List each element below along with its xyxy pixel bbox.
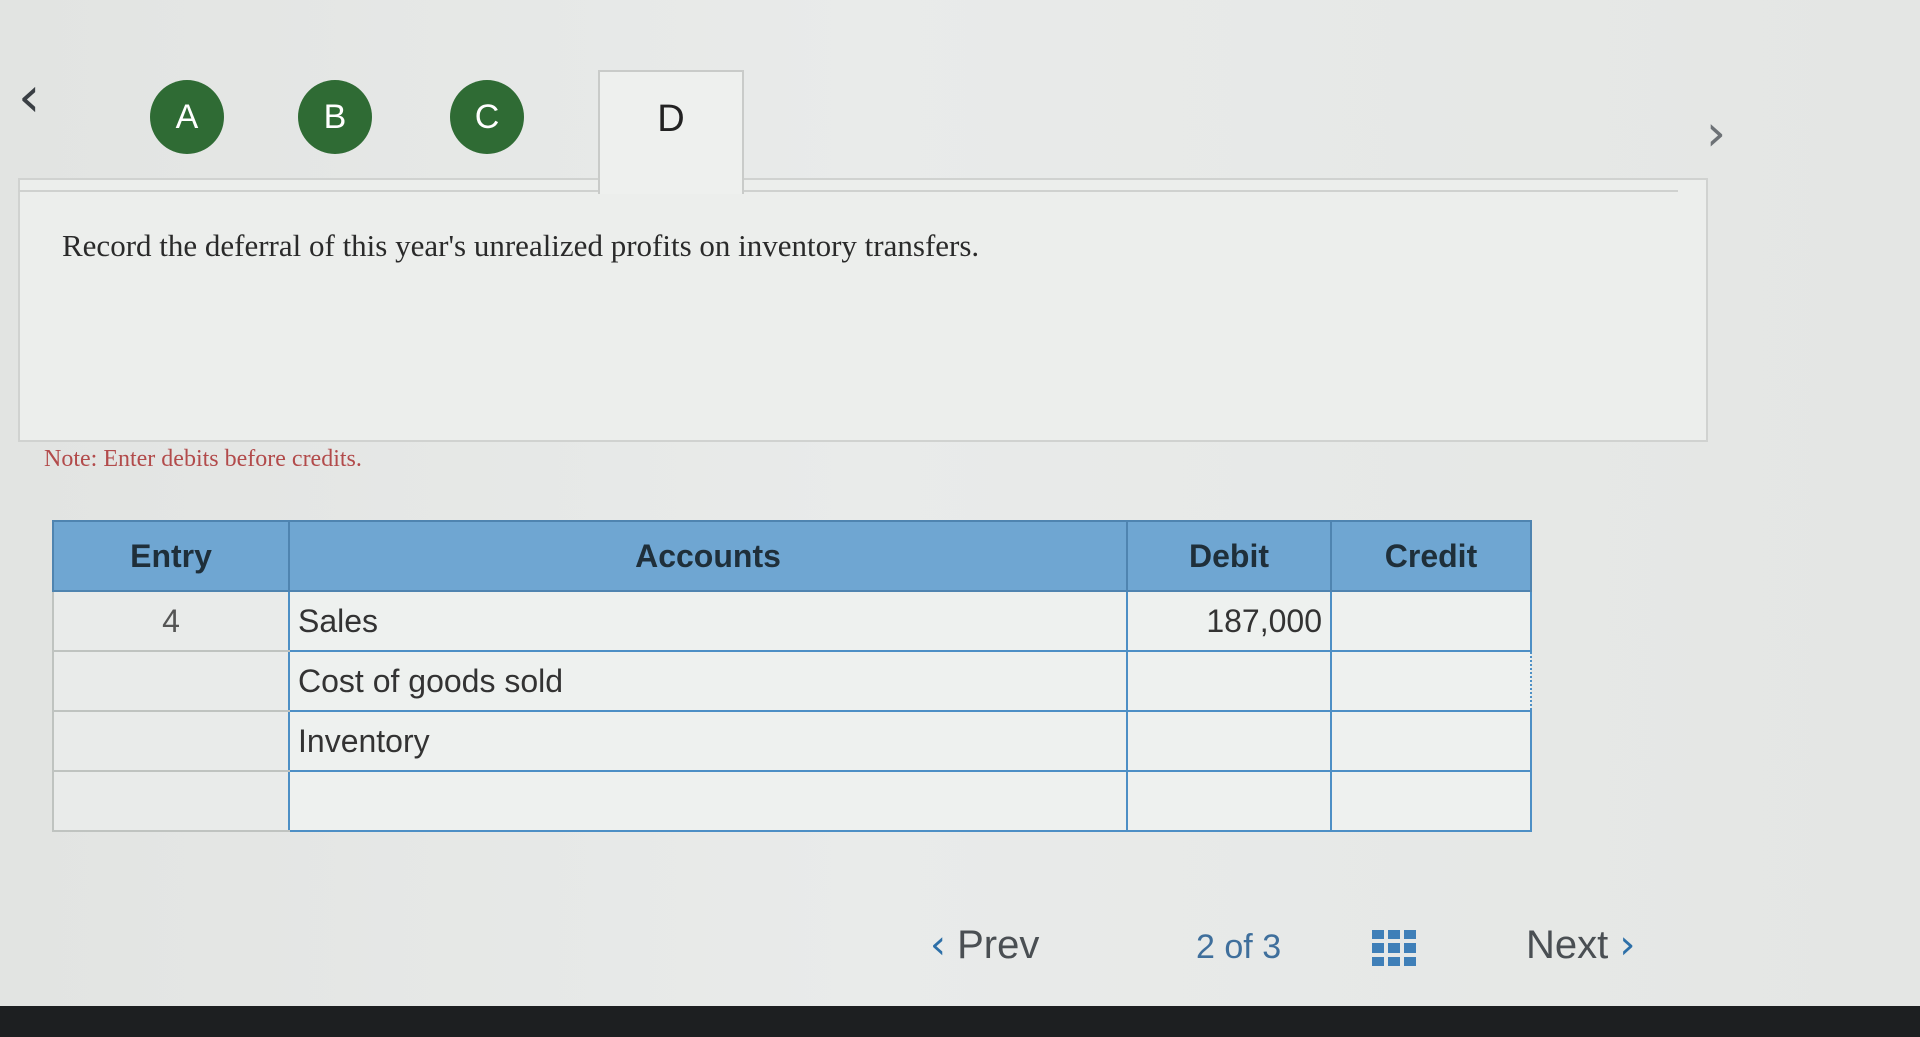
account-value[interactable]: Sales (298, 592, 1118, 650)
question-panel (18, 178, 1708, 442)
credit-input[interactable] (1330, 590, 1532, 652)
current-page: 2 (1196, 928, 1215, 966)
chevron-left-icon: ‹ (930, 922, 946, 968)
next-button[interactable]: Next › (1526, 922, 1635, 968)
credit-input[interactable] (1330, 770, 1532, 832)
table-row: Inventory (52, 710, 1532, 772)
journal-entry-table: Entry Accounts Debit Credit 4 Sales 187,… (52, 520, 1532, 832)
page-indicator: 2 of 3 (1196, 928, 1281, 967)
table-row: Cost of goods sold (52, 650, 1532, 712)
debit-input[interactable] (1126, 650, 1332, 712)
next-label: Next (1526, 923, 1609, 967)
table-row: 4 Sales 187,000 (52, 590, 1532, 652)
of-label: of (1224, 928, 1253, 966)
taskbar (0, 1006, 1920, 1037)
table-row (52, 770, 1532, 832)
credit-value[interactable] (1340, 712, 1522, 770)
account-value[interactable]: Inventory (298, 712, 1118, 770)
total-pages: 3 (1262, 928, 1282, 966)
credit-input[interactable] (1330, 710, 1532, 772)
debit-value[interactable] (1136, 652, 1322, 710)
chevron-left-icon[interactable]: ‹ (18, 70, 40, 126)
debit-value[interactable]: 187,000 (1136, 592, 1322, 650)
chevron-right-icon[interactable]: › (1706, 108, 1726, 158)
table-header-row: Entry Accounts Debit Credit (52, 520, 1532, 592)
entry-number: 4 (52, 590, 290, 652)
credit-input[interactable] (1330, 650, 1532, 712)
debit-value[interactable] (1136, 712, 1322, 770)
entry-number (52, 650, 290, 712)
credit-header: Credit (1330, 520, 1532, 592)
debit-input[interactable] (1126, 770, 1332, 832)
account-select[interactable] (288, 770, 1128, 832)
screen: ‹ A B C D › Record the deferral of this … (0, 0, 1920, 1037)
entry-header: Entry (52, 520, 290, 592)
account-select[interactable]: Cost of goods sold (288, 650, 1128, 712)
accounts-header: Accounts (288, 520, 1128, 592)
account-select[interactable]: Sales (288, 590, 1128, 652)
note-text: Note: Enter debits before credits. (44, 446, 362, 472)
step-b-button[interactable]: B (298, 80, 372, 154)
question-text: Record the deferral of this year's unrea… (62, 228, 980, 263)
credit-value[interactable] (1340, 592, 1522, 650)
debit-value[interactable] (1136, 772, 1322, 830)
entry-number (52, 710, 290, 772)
account-value[interactable] (298, 772, 1118, 830)
debit-header: Debit (1126, 520, 1332, 592)
tab-divider (18, 190, 1678, 192)
step-a-button[interactable]: A (150, 80, 224, 154)
step-c-button[interactable]: C (450, 80, 524, 154)
prev-button[interactable]: ‹ Prev (930, 922, 1039, 968)
account-value[interactable]: Cost of goods sold (298, 652, 1118, 710)
debit-input[interactable] (1126, 710, 1332, 772)
credit-value[interactable] (1340, 652, 1522, 710)
entry-number (52, 770, 290, 832)
tab-d[interactable]: D (598, 70, 744, 194)
grid-icon[interactable] (1372, 930, 1416, 966)
account-select[interactable]: Inventory (288, 710, 1128, 772)
chevron-right-icon: › (1619, 922, 1636, 968)
prev-label: Prev (957, 923, 1040, 967)
debit-input[interactable]: 187,000 (1126, 590, 1332, 652)
credit-value[interactable] (1340, 772, 1522, 830)
